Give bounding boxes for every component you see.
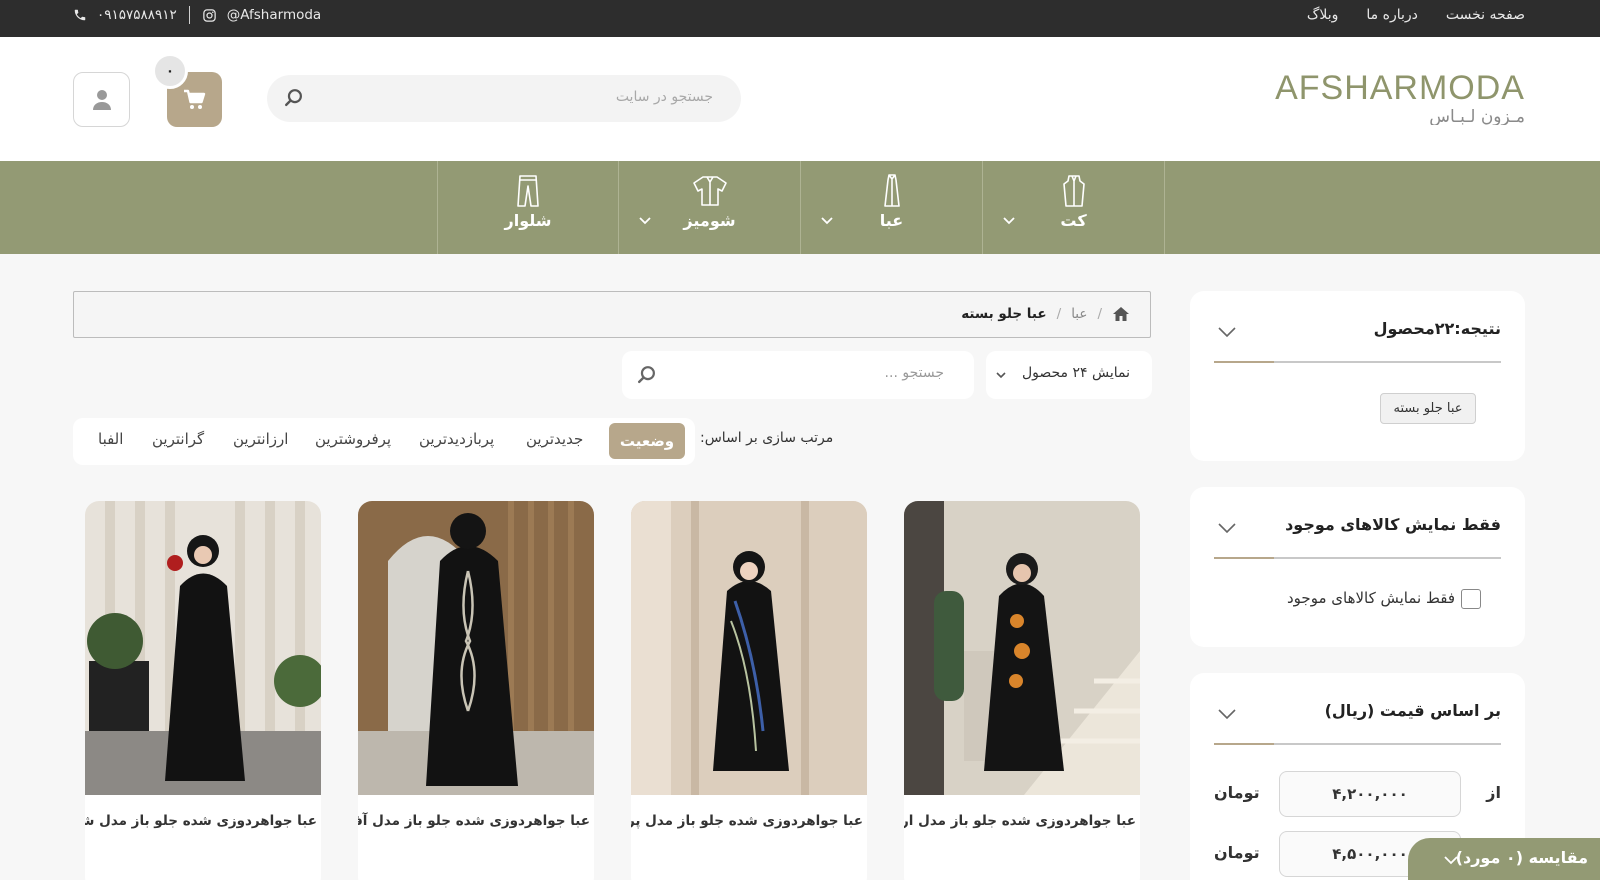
logo-wordmark: AFSHARMODA	[1275, 69, 1525, 107]
sort-option-most-viewed[interactable]: پربازدیدترین	[419, 430, 494, 448]
blouse-icon	[692, 176, 727, 206]
category-menu: کت عبا شومیز شلوار	[0, 161, 1600, 254]
home-icon[interactable]	[1112, 306, 1130, 322]
phone-number[interactable]: ۰۹۱۵۷۵۸۸۹۱۲	[97, 7, 177, 23]
cart-icon	[183, 89, 205, 109]
active-filter-tag[interactable]: عبا جلو بسته	[1380, 393, 1476, 424]
compare-label: مقایسه (۰ مورد)	[1455, 848, 1588, 867]
chevron-down-icon[interactable]	[1003, 217, 1015, 225]
site-search[interactable]: جستجو در سایت	[267, 75, 741, 122]
pants-icon	[517, 175, 539, 207]
instagram-icon	[203, 8, 216, 22]
site-header: AFSHARMODA مـزون لـبـاس جستجو در سایت ۰	[0, 37, 1600, 161]
breadcrumb-current: عبا جلو بسته	[961, 306, 1047, 322]
product-card[interactable]: عبا جواهردوزی شده جلو باز مدل ارکیده	[904, 501, 1140, 880]
contact-info: ۰۹۱۵۷۵۸۸۹۱۲ @Afsharmoda	[73, 0, 321, 30]
chevron-down-icon	[996, 372, 1006, 379]
product-card[interactable]: عبا جواهردوزی شده جلو باز مدل شبنم	[85, 501, 321, 880]
in-stock-checkbox[interactable]	[1461, 589, 1481, 609]
top-nav: صفحه نخست درباره ما وبلاگ	[1307, 0, 1525, 30]
search-icon[interactable]	[283, 87, 305, 109]
sort-option-cheapest[interactable]: ارزانترین	[233, 430, 288, 448]
divider	[1214, 557, 1501, 559]
breadcrumb: / عبا / عبا جلو بسته	[73, 291, 1151, 338]
abaya-icon	[883, 174, 900, 207]
chevron-down-icon[interactable]	[821, 217, 833, 225]
divider	[1214, 743, 1501, 745]
chevron-down-icon[interactable]	[1218, 327, 1236, 337]
per-page-select[interactable]: نمایش ۲۴ محصول	[986, 351, 1152, 399]
site-logo[interactable]: AFSHARMODA مـزون لـبـاس	[1235, 65, 1525, 125]
product-card[interactable]: عبا جواهردوزی شده جلو باز مدل آفاق	[358, 501, 594, 880]
product-search-input[interactable]: جستجو ...	[885, 365, 944, 381]
category-blouse[interactable]: شومیز	[619, 161, 801, 254]
nav-blog-link[interactable]: وبلاگ	[1307, 7, 1339, 23]
price-from-input[interactable]: ۴,۲۰۰,۰۰۰	[1279, 771, 1461, 817]
product-search[interactable]: جستجو ...	[622, 351, 974, 399]
category-jacket[interactable]: کت	[983, 161, 1165, 254]
product-image[interactable]	[85, 501, 321, 795]
compare-tab[interactable]: مقایسه (۰ مورد)	[1408, 838, 1600, 880]
sort-label: مرتب سازی بر اساس:	[700, 430, 834, 446]
price-from-label: از	[1486, 783, 1501, 802]
divider	[1214, 361, 1501, 363]
result-filter-panel: نتیجه:۲۲محصول عبا جلو بسته	[1190, 291, 1525, 461]
chevron-down-icon	[1444, 856, 1458, 865]
product-title[interactable]: عبا جواهردوزی شده جلو باز مدل پرمیلا	[631, 813, 863, 829]
in-stock-label[interactable]: فقط نمایش کالاهای موجود	[1287, 589, 1455, 607]
site-search-input[interactable]: جستجو در سایت	[616, 89, 713, 105]
logo-subtitle: مـزون لـبـاس	[1429, 107, 1525, 125]
product-image[interactable]	[358, 501, 594, 795]
price-from-row: از ۴,۲۰۰,۰۰۰ تومان	[1214, 771, 1501, 817]
price-unit: تومان	[1214, 783, 1260, 802]
sort-option-alphabetical[interactable]: الفبا	[98, 430, 123, 448]
cart-count-badge: ۰	[152, 53, 188, 89]
stock-filter-panel: فقط نمایش کالاهای موجود فقط نمایش کالاها…	[1190, 487, 1525, 647]
nav-home-link[interactable]: صفحه نخست	[1446, 7, 1525, 23]
price-unit: تومان	[1214, 843, 1260, 862]
category-pants[interactable]: شلوار	[437, 161, 619, 254]
phone-icon	[74, 9, 86, 21]
sort-option-newest[interactable]: جدیدترین	[526, 430, 583, 448]
category-abaya[interactable]: عبا	[801, 161, 983, 254]
per-page-value: نمایش ۲۴ محصول	[1021, 365, 1130, 381]
product-card[interactable]: عبا جواهردوزی شده جلو باز مدل پرمیلا	[631, 501, 867, 880]
user-icon	[92, 89, 111, 110]
top-bar: صفحه نخست درباره ما وبلاگ ۰۹۱۵۷۵۸۸۹۱۲ @A…	[0, 0, 1600, 37]
chevron-down-icon[interactable]	[1218, 523, 1236, 533]
category-label: شلوار	[504, 211, 552, 230]
divider	[188, 6, 190, 24]
breadcrumb-item[interactable]: عبا	[1071, 306, 1087, 322]
price-filter-title: بر اساس قیمت (ریال)	[1324, 701, 1501, 720]
sort-option-most-expensive[interactable]: گرانترین	[152, 430, 204, 448]
result-count-title: نتیجه:۲۲محصول	[1373, 319, 1501, 338]
product-image[interactable]	[904, 501, 1140, 795]
sort-option-status[interactable]: وضعیت	[609, 423, 685, 459]
stock-filter-title: فقط نمایش کالاهای موجود	[1285, 515, 1501, 534]
product-title[interactable]: عبا جواهردوزی شده جلو باز مدل ارکیده	[904, 813, 1136, 829]
product-title[interactable]: عبا جواهردوزی شده جلو باز مدل شبنم	[85, 813, 317, 829]
instagram-handle[interactable]: @Afsharmoda	[227, 7, 321, 23]
product-image[interactable]	[631, 501, 867, 795]
sort-option-best-selling[interactable]: پرفروشترین	[315, 430, 391, 448]
chevron-down-icon[interactable]	[639, 217, 651, 225]
chevron-down-icon[interactable]	[1218, 709, 1236, 719]
search-icon[interactable]	[636, 364, 658, 386]
account-button[interactable]	[73, 72, 130, 127]
jacket-icon	[1062, 175, 1085, 207]
product-title[interactable]: عبا جواهردوزی شده جلو باز مدل آفاق	[358, 813, 590, 829]
nav-about-link[interactable]: درباره ما	[1366, 7, 1417, 23]
